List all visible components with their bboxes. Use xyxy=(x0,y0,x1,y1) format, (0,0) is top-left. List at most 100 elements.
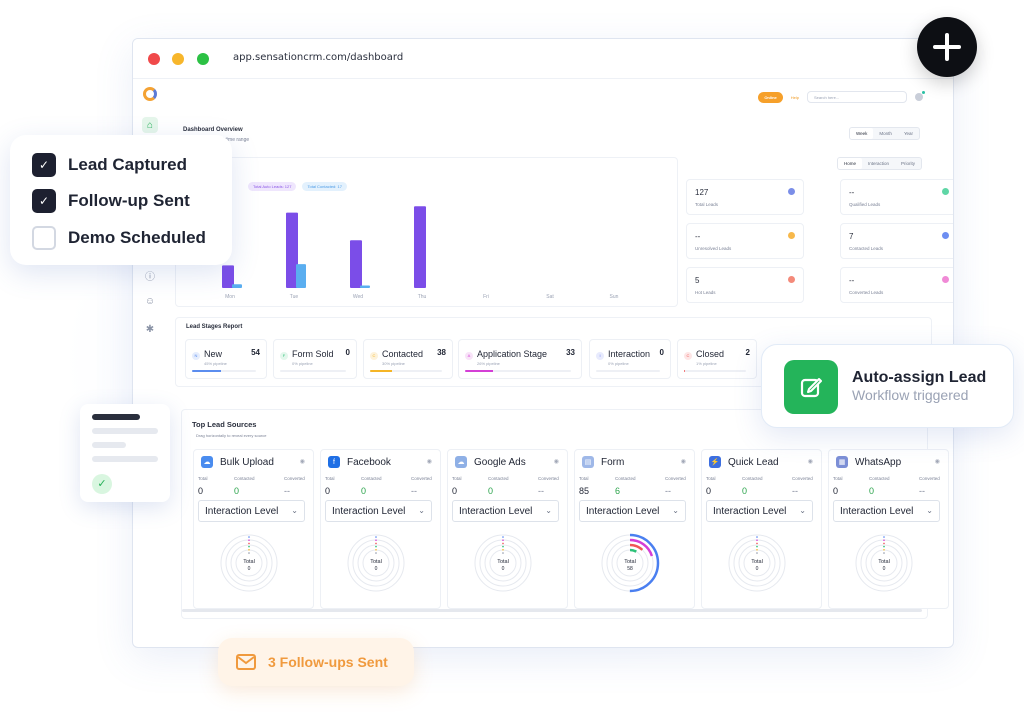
search-input[interactable]: Search here... xyxy=(807,91,907,103)
leads-bar-chart: Mon Tue Wed Thu Fri Sat Sun xyxy=(222,206,619,300)
view-tabs: Home Interaction Priority xyxy=(837,157,923,170)
donut-label: Total xyxy=(624,559,636,565)
stage-card[interactable]: I Interaction 0 0% pipeline xyxy=(589,339,671,379)
checkbox-checked-icon[interactable]: ✓ xyxy=(32,153,56,177)
chart-bar[interactable] xyxy=(350,240,362,288)
stage-card[interactable]: F Form Sold 0 0% pipeline xyxy=(273,339,357,379)
lead-source-card[interactable]: ☁ Google Ads ◉ Total Contacted Converted… xyxy=(447,449,568,609)
stage-card[interactable]: C Closed 2 1% pipeline xyxy=(677,339,757,379)
interaction-level-select[interactable]: Interaction Level ⌄ xyxy=(198,500,305,522)
add-button[interactable] xyxy=(917,17,977,77)
eye-icon[interactable]: ◉ xyxy=(681,458,686,465)
mail-icon xyxy=(236,654,256,670)
stage-name: Form Sold xyxy=(292,349,334,359)
checkbox-checked-icon[interactable]: ✓ xyxy=(32,189,56,213)
donut-dot xyxy=(502,539,504,541)
stage-card[interactable]: A Application Stage 33 26% pipeline xyxy=(458,339,582,379)
source-contacted: 0 xyxy=(742,486,748,496)
tab-interaction[interactable]: Interaction xyxy=(862,158,895,169)
interaction-level-select[interactable]: Interaction Level ⌄ xyxy=(325,500,432,522)
stat-card[interactable]: -- Qualified Leads xyxy=(840,179,953,215)
horizontal-scrollbar[interactable] xyxy=(182,609,922,612)
chart-bar[interactable] xyxy=(232,284,242,288)
interaction-level-select[interactable]: Interaction Level ⌄ xyxy=(833,500,940,522)
stat-card[interactable]: -- Converted Leads xyxy=(840,267,953,303)
stage-progress-fill xyxy=(192,370,221,372)
info-icon[interactable]: ⓘ xyxy=(142,267,158,283)
lead-source-card[interactable]: ▦ WhatsApp ◉ Total Contacted Converted 0… xyxy=(828,449,949,609)
chart-bar[interactable] xyxy=(414,206,426,288)
stage-count: 33 xyxy=(566,348,575,357)
stage-count: 0 xyxy=(659,348,664,357)
stage-progress-fill xyxy=(370,370,392,372)
stage-progress-fill xyxy=(465,370,493,372)
stat-value: -- xyxy=(849,276,855,285)
eye-icon[interactable]: ◉ xyxy=(427,458,432,465)
chart-bar[interactable] xyxy=(222,265,234,288)
source-contacted: 0 xyxy=(234,486,240,496)
stat-card[interactable]: 7 Contacted Leads xyxy=(840,223,953,259)
tab-month[interactable]: Month xyxy=(873,128,898,139)
source-contacted: 0 xyxy=(869,486,875,496)
interaction-level-select[interactable]: Interaction Level ⌄ xyxy=(579,500,686,522)
checklist-item[interactable]: ✓ Follow-up Sent xyxy=(32,189,190,213)
app-logo xyxy=(143,87,157,101)
stage-badge: A xyxy=(465,352,473,360)
interaction-level-select[interactable]: Interaction Level ⌄ xyxy=(706,500,813,522)
stage-card[interactable]: C Contacted 38 30% pipeline xyxy=(363,339,453,379)
plus-icon xyxy=(933,33,961,61)
stat-card[interactable]: 5 Hot Leads xyxy=(686,267,804,303)
sources-hint: Drag horizontally to reveal every source xyxy=(196,433,267,438)
checkbox-empty-icon[interactable] xyxy=(32,226,56,250)
donut-dot xyxy=(375,545,377,548)
donut-total: 0 xyxy=(375,566,378,572)
tab-home[interactable]: Home xyxy=(838,158,863,169)
status-pill[interactable]: Online xyxy=(758,91,783,103)
close-window-button[interactable] xyxy=(148,53,160,65)
donut-dot xyxy=(756,552,758,554)
chart-bar[interactable] xyxy=(360,285,370,288)
col-contacted: Contacted xyxy=(361,476,382,481)
col-contacted: Contacted xyxy=(742,476,763,481)
interaction-level-select[interactable]: Interaction Level ⌄ xyxy=(452,500,559,522)
donut-dot xyxy=(883,536,885,538)
select-value: Interaction Level xyxy=(332,506,406,517)
eye-icon[interactable]: ◉ xyxy=(935,458,940,465)
lead-source-card[interactable]: f Facebook ◉ Total Contacted Converted 0… xyxy=(320,449,441,609)
eye-icon[interactable]: ◉ xyxy=(554,458,559,465)
home-icon[interactable]: ⌂ xyxy=(142,117,158,133)
eye-icon[interactable]: ◉ xyxy=(300,458,305,465)
avatar[interactable] xyxy=(915,91,925,101)
minimize-window-button[interactable] xyxy=(172,53,184,65)
col-total: Total xyxy=(833,476,843,481)
stat-card[interactable]: 127 Total Leads xyxy=(686,179,804,215)
checklist-item[interactable]: Demo Scheduled xyxy=(32,226,206,250)
tab-year[interactable]: Year xyxy=(898,128,919,139)
user-icon[interactable]: ☺ xyxy=(142,293,158,309)
donut-dot xyxy=(248,542,250,545)
settings-icon[interactable]: ✱ xyxy=(142,321,158,337)
lead-source-card[interactable]: ⚡ Quick Lead ◉ Total Contacted Converted… xyxy=(701,449,822,609)
followups-card: 3 Follow-ups Sent xyxy=(218,638,414,686)
stat-card[interactable]: -- Unresolved Leads xyxy=(686,223,804,259)
lead-source-card[interactable]: ▤ Form ◉ Total Contacted Converted 85 6 … xyxy=(574,449,695,609)
col-total: Total xyxy=(198,476,208,481)
checklist-item[interactable]: ✓ Lead Captured xyxy=(32,153,187,177)
lead-source-card[interactable]: ☁ Bulk Upload ◉ Total Contacted Converte… xyxy=(193,449,314,609)
help-link[interactable]: Help xyxy=(791,95,799,100)
stage-badge: I xyxy=(596,352,604,360)
donut-chart: Total0 xyxy=(220,534,278,592)
stage-count: 2 xyxy=(745,348,750,357)
maximize-window-button[interactable] xyxy=(197,53,209,65)
tab-week[interactable]: Week xyxy=(850,128,874,139)
tab-priority[interactable]: Priority xyxy=(895,158,921,169)
chevron-down-icon: ⌄ xyxy=(799,506,806,515)
donut-dot xyxy=(375,542,377,545)
eye-icon[interactable]: ◉ xyxy=(808,458,813,465)
source-converted: -- xyxy=(411,486,417,496)
donut-dot xyxy=(375,536,377,538)
chart-bar[interactable] xyxy=(296,264,306,288)
auto-assign-subtitle: Workflow triggered xyxy=(852,387,969,403)
address-bar[interactable]: app.sensationcrm.com/dashboard xyxy=(233,52,403,63)
stage-card[interactable]: N New 54 45% pipeline xyxy=(185,339,267,379)
